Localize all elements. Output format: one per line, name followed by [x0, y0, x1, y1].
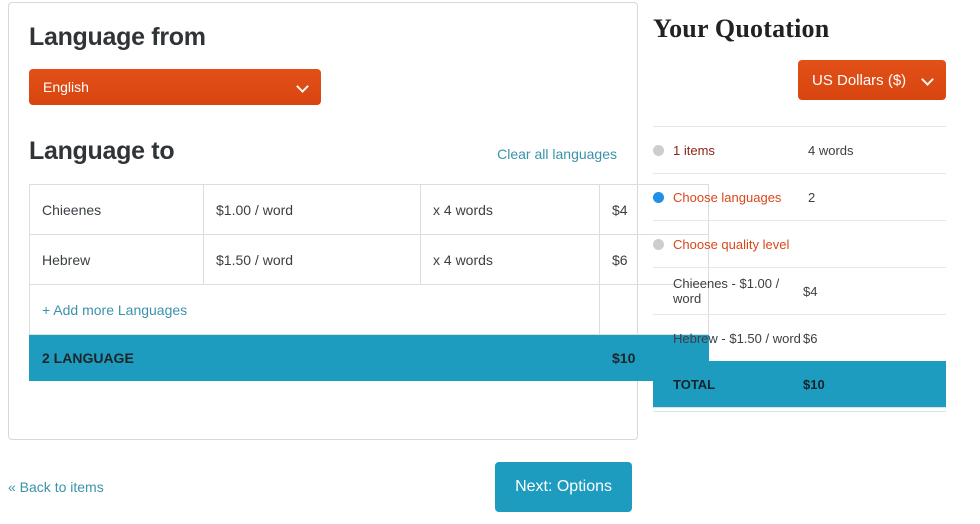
chevron-down-icon	[297, 81, 309, 93]
language-to-heading: Language to	[29, 137, 174, 166]
language-from-selected-value: English	[43, 79, 89, 95]
quotation-line-item: Hebrew - $1.50 / word $6	[653, 314, 946, 361]
quotation-panel: Your Quotation US Dollars ($) 1 items 4 …	[653, 14, 947, 412]
currency-dropdown[interactable]: US Dollars ($)	[798, 60, 946, 100]
table-total-label: 2 LANGUAGE	[30, 335, 600, 381]
language-selection-panel: Language from English Language to Clear …	[8, 2, 638, 440]
language-card: Language from English Language to Clear …	[8, 2, 638, 440]
row-language-rate: $1.00 / word	[204, 185, 421, 235]
language-from-dropdown[interactable]: English	[29, 69, 321, 105]
add-language-row: + Add more Languages	[30, 285, 709, 335]
row-language-name: Chieenes	[30, 185, 204, 235]
quotation-page: Language from English Language to Clear …	[0, 0, 980, 524]
status-dot-icon	[653, 239, 664, 250]
next-options-button[interactable]: Next: Options	[495, 462, 632, 512]
step-label: 1 items	[673, 143, 808, 158]
step-value: 4 words	[808, 143, 854, 158]
footer-actions: « Back to items Next: Options	[8, 462, 638, 514]
table-total-row: 2 LANGUAGE $10	[30, 335, 709, 381]
language-to-header: Language to Clear all languages	[29, 137, 617, 166]
languages-table: Chieenes $1.00 / word x 4 words $4 Hebre…	[29, 184, 709, 381]
add-more-languages-link[interactable]: + Add more Languages	[42, 302, 187, 318]
quotation-step-items[interactable]: 1 items 4 words	[653, 126, 946, 173]
row-language-rate: $1.50 / word	[204, 235, 421, 285]
status-dot-icon	[653, 145, 664, 156]
status-dot-icon	[653, 192, 664, 203]
step-value: 2	[808, 190, 815, 205]
line-item-label: Chieenes - $1.00 / word	[673, 276, 803, 306]
chevron-down-icon	[922, 74, 934, 86]
line-item-value: $6	[803, 331, 817, 346]
row-language-name: Hebrew	[30, 235, 204, 285]
quotation-summary-list: 1 items 4 words Choose languages 2 Choos…	[653, 126, 946, 412]
currency-selected-value: US Dollars ($)	[812, 72, 906, 89]
step-label: Choose quality level	[673, 237, 808, 252]
row-word-count: x 4 words	[421, 185, 600, 235]
row-word-count: x 4 words	[421, 235, 600, 285]
quotation-step-languages[interactable]: Choose languages 2	[653, 173, 946, 220]
language-from-heading: Language from	[29, 23, 617, 52]
quotation-total-value: $10	[803, 377, 825, 392]
quotation-line-item: Chieenes - $1.00 / word $4	[653, 267, 946, 314]
quotation-total-label: TOTAL	[673, 377, 803, 392]
table-row: Chieenes $1.00 / word x 4 words $4	[30, 185, 709, 235]
currency-selector-wrap: US Dollars ($)	[653, 60, 947, 100]
line-item-label: Hebrew - $1.50 / word	[673, 331, 803, 346]
line-item-value: $4	[803, 284, 817, 299]
quotation-title: Your Quotation	[653, 14, 947, 44]
step-label: Choose languages	[673, 190, 808, 205]
add-language-cell: + Add more Languages	[30, 285, 600, 335]
table-row: Hebrew $1.50 / word x 4 words $6	[30, 235, 709, 285]
clear-all-languages-link[interactable]: Clear all languages	[497, 146, 617, 162]
quotation-step-quality[interactable]: Choose quality level	[653, 220, 946, 267]
quotation-total-row: TOTAL $10	[653, 361, 946, 407]
back-to-items-link[interactable]: « Back to items	[8, 479, 104, 495]
total-underline-divider	[653, 407, 946, 412]
